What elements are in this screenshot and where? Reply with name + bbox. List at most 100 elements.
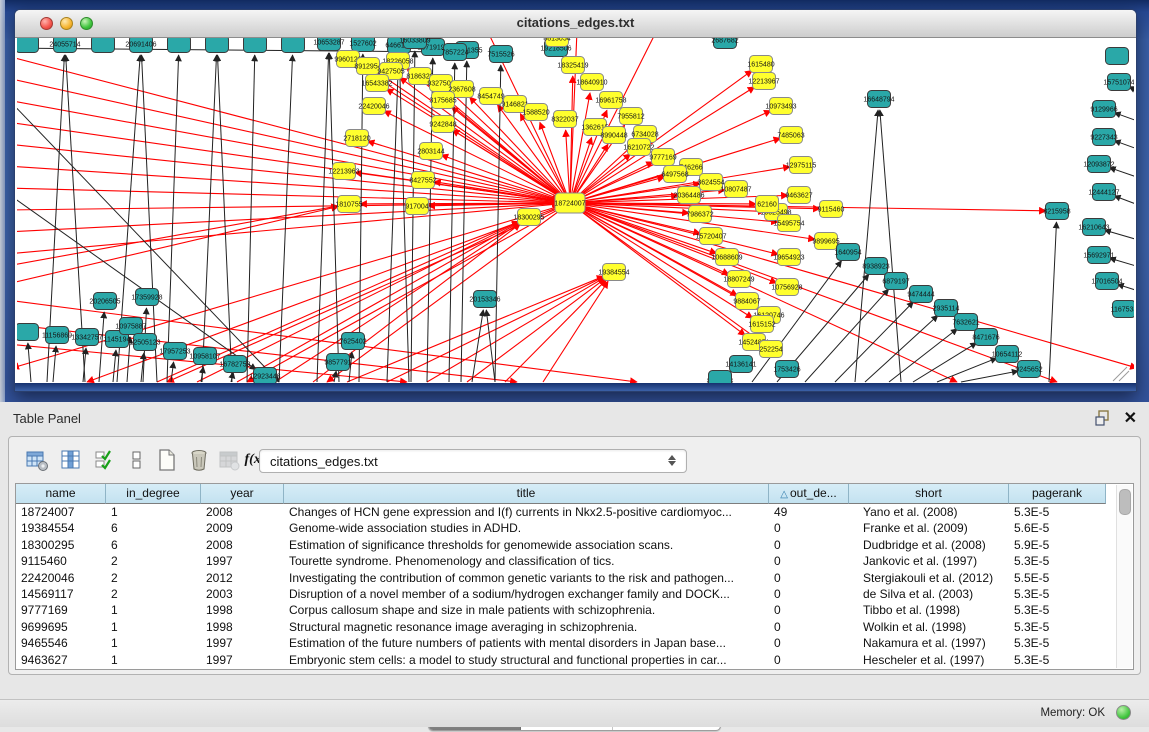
vertical-scrollbar[interactable] bbox=[1116, 485, 1132, 668]
network-edge[interactable] bbox=[1049, 222, 1056, 382]
network-node[interactable] bbox=[206, 38, 229, 53]
table-cell[interactable]: 5.3E-5 bbox=[1009, 586, 1106, 602]
network-node[interactable]: 11156869 bbox=[42, 327, 72, 344]
network-edge[interactable] bbox=[1110, 258, 1134, 274]
table-cell[interactable]: 2 bbox=[106, 570, 201, 586]
network-node[interactable]: 10958107 bbox=[189, 348, 220, 365]
table-cell[interactable]: 22420046 bbox=[16, 570, 106, 586]
network-window-titlebar[interactable]: citations_edges.txt bbox=[15, 10, 1136, 38]
network-node[interactable]: 16543382 bbox=[361, 75, 392, 92]
network-node[interactable]: 15720407 bbox=[695, 228, 726, 245]
network-edge[interactable] bbox=[570, 203, 1057, 382]
network-node[interactable]: 22420046 bbox=[358, 98, 389, 115]
table-cell[interactable]: 1 bbox=[106, 652, 201, 668]
network-node[interactable]: 20153346 bbox=[469, 291, 500, 308]
network-node[interactable]: 12505123 bbox=[129, 334, 160, 351]
memory-status-indicator[interactable] bbox=[1116, 705, 1131, 720]
table-cell[interactable]: 2008 bbox=[201, 504, 284, 520]
network-node[interactable]: 10654112 bbox=[992, 346, 1023, 363]
table-cell[interactable]: 2012 bbox=[201, 570, 284, 586]
table-row[interactable]: 1872400712008Changes of HCN gene express… bbox=[16, 504, 1133, 520]
network-node[interactable]: 12213963 bbox=[328, 163, 359, 180]
network-node[interactable]: 16782753 bbox=[219, 356, 250, 373]
network-node[interactable]: 13342757 bbox=[71, 329, 102, 346]
network-node[interactable]: 1588520 bbox=[522, 104, 549, 121]
table-cell[interactable]: 5.6E-5 bbox=[1009, 520, 1106, 536]
network-node[interactable]: 9857791 bbox=[324, 354, 351, 371]
network-node[interactable]: 3175685 bbox=[429, 92, 456, 109]
table-cell[interactable]: Tourette syndrome. Phenomenology and cla… bbox=[284, 553, 769, 569]
table-row[interactable]: 911546021997Tourette syndrome. Phenomeno… bbox=[16, 553, 1133, 569]
network-edge[interactable] bbox=[329, 53, 339, 382]
network-node[interactable]: 2718120 bbox=[343, 130, 370, 147]
network-node[interactable]: 16648794 bbox=[863, 91, 894, 108]
table-cell[interactable]: Wolkin et al. (1998) bbox=[849, 619, 1009, 635]
table-cell[interactable]: 1 bbox=[106, 619, 201, 635]
network-node[interactable]: 1640954 bbox=[834, 244, 861, 261]
network-node[interactable]: 16961758 bbox=[595, 92, 626, 109]
network-node[interactable]: 14136141 bbox=[725, 356, 756, 373]
column-header-title[interactable]: title bbox=[284, 484, 769, 504]
table-cell[interactable]: 9777169 bbox=[16, 602, 106, 618]
column-header-year[interactable]: year bbox=[201, 484, 284, 504]
network-node[interactable] bbox=[92, 38, 115, 53]
table-cell[interactable]: 0 bbox=[769, 553, 849, 569]
table-row[interactable]: 977716911998Corpus callosum shape and si… bbox=[16, 602, 1133, 618]
table-cell[interactable]: 0 bbox=[769, 537, 849, 553]
network-node[interactable] bbox=[244, 38, 267, 53]
network-node[interactable]: 1615480 bbox=[747, 56, 774, 73]
table-row[interactable]: 2242004622012Investigating the contribut… bbox=[16, 570, 1133, 586]
table-cell[interactable]: 18300295 bbox=[16, 537, 106, 553]
network-node[interactable]: 10688609 bbox=[711, 249, 742, 266]
table-cell[interactable]: 0 bbox=[769, 652, 849, 668]
network-edge[interactable] bbox=[1114, 113, 1134, 128]
network-node[interactable]: 20691406 bbox=[125, 38, 156, 53]
network-edge[interactable] bbox=[880, 110, 901, 382]
column-header-short[interactable]: short bbox=[849, 484, 1009, 504]
table-settings-icon[interactable] bbox=[23, 446, 51, 474]
network-node[interactable]: 2687682 bbox=[711, 38, 738, 49]
network-edge[interactable] bbox=[399, 56, 409, 382]
table-cell[interactable]: Stergiakouli et al. (2012) bbox=[849, 570, 1009, 586]
network-node[interactable]: 1527602 bbox=[349, 38, 376, 52]
network-node[interactable]: 7955812 bbox=[617, 108, 644, 125]
table-cell[interactable]: 2003 bbox=[201, 586, 284, 602]
network-node[interactable]: 8215958 bbox=[1043, 203, 1070, 220]
network-node[interactable] bbox=[168, 38, 191, 53]
network-node[interactable] bbox=[17, 38, 39, 53]
network-edge[interactable] bbox=[368, 141, 570, 203]
table-cell[interactable]: 14569117 bbox=[16, 586, 106, 602]
network-edge[interactable] bbox=[247, 55, 255, 382]
network-node[interactable]: 9129966 bbox=[1090, 101, 1117, 118]
column-header-in_degree[interactable]: in_degree bbox=[106, 484, 201, 504]
network-node[interactable]: 9474444 bbox=[907, 286, 934, 303]
network-edge[interactable] bbox=[167, 55, 179, 382]
network-node[interactable]: 9245652 bbox=[1015, 361, 1042, 378]
table-cell[interactable]: 0 bbox=[769, 635, 849, 651]
network-node[interactable]: 17957253 bbox=[159, 343, 190, 360]
column-header-pagerank[interactable]: pagerank bbox=[1009, 484, 1106, 504]
network-edge[interactable] bbox=[17, 203, 559, 210]
network-node[interactable] bbox=[1106, 48, 1129, 65]
table-cell[interactable]: Hescheler et al. (1997) bbox=[849, 652, 1009, 668]
network-edge[interactable] bbox=[543, 281, 608, 382]
table-selector-dropdown[interactable]: citations_edges.txt bbox=[259, 449, 687, 473]
select-all-icon[interactable] bbox=[91, 446, 119, 474]
network-edge[interactable] bbox=[449, 63, 455, 382]
table-cell[interactable]: 1997 bbox=[201, 635, 284, 651]
table-row[interactable]: 1830029562008Estimation of significance … bbox=[16, 537, 1133, 553]
network-edge[interactable] bbox=[835, 302, 913, 382]
table-cell[interactable]: Disruption of a novel member of a sodium… bbox=[284, 586, 769, 602]
network-node[interactable]: 1810755 bbox=[335, 196, 362, 213]
network-node[interactable]: 10756928 bbox=[771, 279, 802, 296]
network-edge[interactable] bbox=[1117, 284, 1134, 300]
network-window[interactable]: citations_edges.txt 18724007240557142069… bbox=[14, 9, 1137, 392]
column-header-out_de[interactable]: △out_de... bbox=[769, 484, 849, 504]
table-cell[interactable]: 49 bbox=[769, 504, 849, 520]
network-node[interactable]: 20206505 bbox=[89, 293, 120, 310]
network-node[interactable]: 9242848 bbox=[429, 116, 456, 133]
scrollbar-thumb[interactable] bbox=[1119, 489, 1131, 515]
table-cell[interactable]: Estimation of the future numbers of pati… bbox=[284, 635, 769, 651]
table-cell[interactable]: Jankovic et al. (1997) bbox=[849, 553, 1009, 569]
network-node[interactable]: 18807249 bbox=[723, 271, 754, 288]
